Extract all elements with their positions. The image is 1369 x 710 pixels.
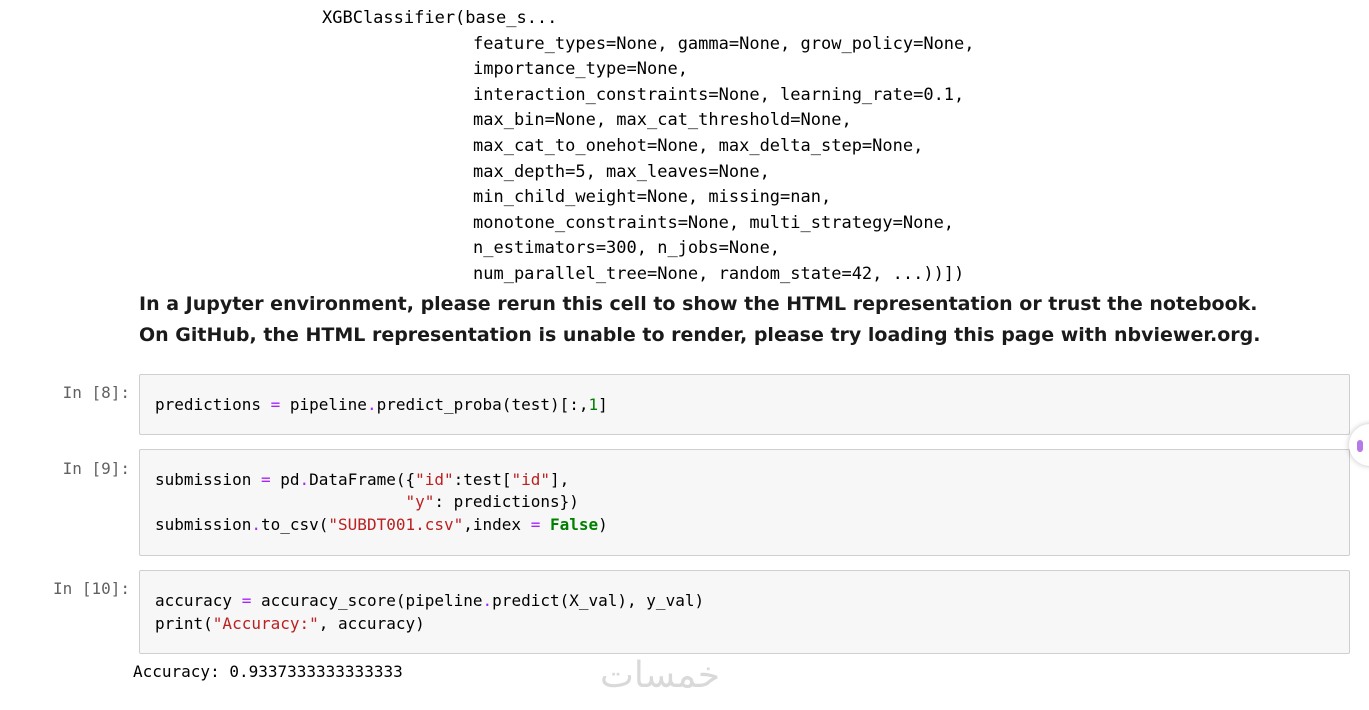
operator-token: . xyxy=(482,591,493,610)
code-line[interactable]: accuracy = accuracy_score(pipeline.predi… xyxy=(155,590,704,612)
code-token: ], xyxy=(549,470,570,489)
code-line[interactable]: "y": predictions}) xyxy=(155,491,579,513)
code-token: pipeline xyxy=(280,395,367,414)
html-repr-notice-github: On GitHub, the HTML representation is un… xyxy=(139,324,1261,346)
operator-token: . xyxy=(299,470,310,489)
repr-line: min_child_weight=None, missing=nan, xyxy=(473,187,832,207)
string-token: "y" xyxy=(405,492,435,511)
code-token: ,index xyxy=(463,515,531,534)
code-token: :test[ xyxy=(453,470,512,489)
operator-token: . xyxy=(366,395,377,414)
cell-output-accuracy: Accuracy: 0.9337333333333333 xyxy=(133,662,403,681)
repr-line: max_depth=5, max_leaves=None, xyxy=(473,162,770,182)
code-cell-9[interactable]: submission = pd.DataFrame({"id":test["id… xyxy=(139,449,1350,556)
code-token: predictions xyxy=(155,395,271,414)
string-token: "id" xyxy=(415,470,454,489)
code-token: pd xyxy=(270,470,300,489)
repr-line: importance_type=None, xyxy=(473,59,688,79)
keyword-token: False xyxy=(540,515,599,534)
code-cell-10[interactable]: accuracy = accuracy_score(pipeline.predi… xyxy=(139,570,1350,654)
repr-line: interaction_constraints=None, learning_r… xyxy=(473,85,965,105)
code-token: predict_proba(test)[:, xyxy=(376,395,589,414)
repr-line: n_estimators=300, n_jobs=None, xyxy=(473,238,781,258)
code-token: accuracy_score(pipeline xyxy=(251,591,483,610)
repr-line: max_bin=None, max_cat_threshold=None, xyxy=(473,110,852,130)
string-token: "id" xyxy=(511,470,550,489)
floating-widget-icon[interactable] xyxy=(1349,424,1369,466)
code-token: to_csv( xyxy=(260,515,329,534)
code-line[interactable]: submission = pd.DataFrame({"id":test["id… xyxy=(155,469,569,491)
code-token: accuracy xyxy=(155,591,242,610)
code-token: ] xyxy=(598,395,608,414)
string-token: "SUBDT001.csv" xyxy=(328,515,464,534)
code-token: DataFrame({ xyxy=(309,470,416,489)
code-line[interactable]: predictions = pipeline.predict_proba(tes… xyxy=(155,394,608,416)
repr-line: feature_types=None, gamma=None, grow_pol… xyxy=(473,34,975,54)
repr-line: num_parallel_tree=None, random_state=42,… xyxy=(473,264,965,284)
cell-prompt: In [8]: xyxy=(62,383,130,402)
number-token: 1 xyxy=(588,395,599,414)
operator-token: = xyxy=(530,515,541,534)
repr-line: monotone_constraints=None, multi_strateg… xyxy=(473,213,955,233)
cell-prompt: In [10]: xyxy=(52,579,130,598)
code-cell-8[interactable]: predictions = pipeline.predict_proba(tes… xyxy=(139,374,1350,435)
code-token: submission xyxy=(155,515,252,534)
html-repr-notice-jupyter: In a Jupyter environment, please rerun t… xyxy=(139,293,1258,315)
operator-token: . xyxy=(251,515,261,534)
watermark-logo: خمسات xyxy=(600,655,721,696)
operator-token: = xyxy=(241,591,252,610)
code-token: , accuracy) xyxy=(318,614,425,633)
code-line[interactable]: print("Accuracy:", accuracy) xyxy=(155,613,425,635)
repr-line: XGBClassifier(base_s... xyxy=(322,8,558,28)
string-token: "Accuracy:" xyxy=(212,614,319,633)
operator-token: = xyxy=(270,395,281,414)
code-token: submission xyxy=(155,470,261,489)
cell-output-repr: XGBClassifier(base_s... feature_types=No… xyxy=(0,0,1369,290)
repr-line: max_cat_to_onehot=None, max_delta_step=N… xyxy=(473,136,924,156)
code-token: print( xyxy=(155,614,213,633)
code-token: : predictions}) xyxy=(434,492,579,511)
code-token: ) xyxy=(598,515,608,534)
cell-prompt: In [9]: xyxy=(62,459,130,478)
operator-token: = xyxy=(260,470,271,489)
code-token: predict(X_val), y_val) xyxy=(492,591,705,610)
code-line[interactable]: submission.to_csv("SUBDT001.csv",index =… xyxy=(155,514,608,536)
